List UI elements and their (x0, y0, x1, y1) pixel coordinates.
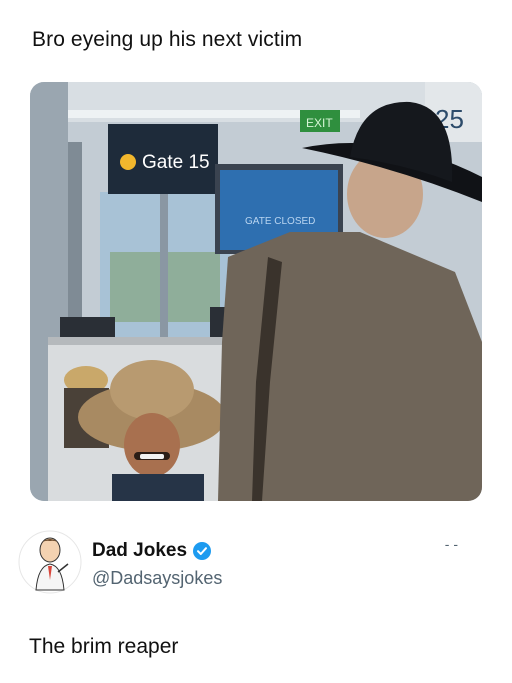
verified-badge-icon (193, 542, 212, 560)
airport-gate-photo: Gate 15 GATE CLOSED EXIT 25 (30, 82, 482, 501)
more-options-button[interactable]: - - (445, 536, 458, 552)
author-handle[interactable]: @Dadsaysjokes (92, 568, 222, 589)
exit-sign-label: EXIT (306, 116, 333, 130)
post-photo[interactable]: Gate 15 GATE CLOSED EXIT 25 (30, 82, 482, 501)
gate-plane-icon (120, 154, 136, 170)
departure-screen-label: GATE CLOSED (245, 216, 315, 227)
tweet-text: The brim reaper (29, 635, 179, 658)
author-name-row: Dad Jokes (92, 540, 212, 562)
post-caption: Bro eyeing up his next victim (32, 28, 303, 51)
cartoon-dad-avatar-icon[interactable] (18, 530, 82, 594)
gate-sign-label: Gate 15 (142, 152, 210, 173)
author-row[interactable]: Dad Jokes @Dadsaysjokes - - (18, 530, 488, 600)
seated-man-face (124, 413, 180, 477)
author-name[interactable]: Dad Jokes (92, 540, 187, 562)
